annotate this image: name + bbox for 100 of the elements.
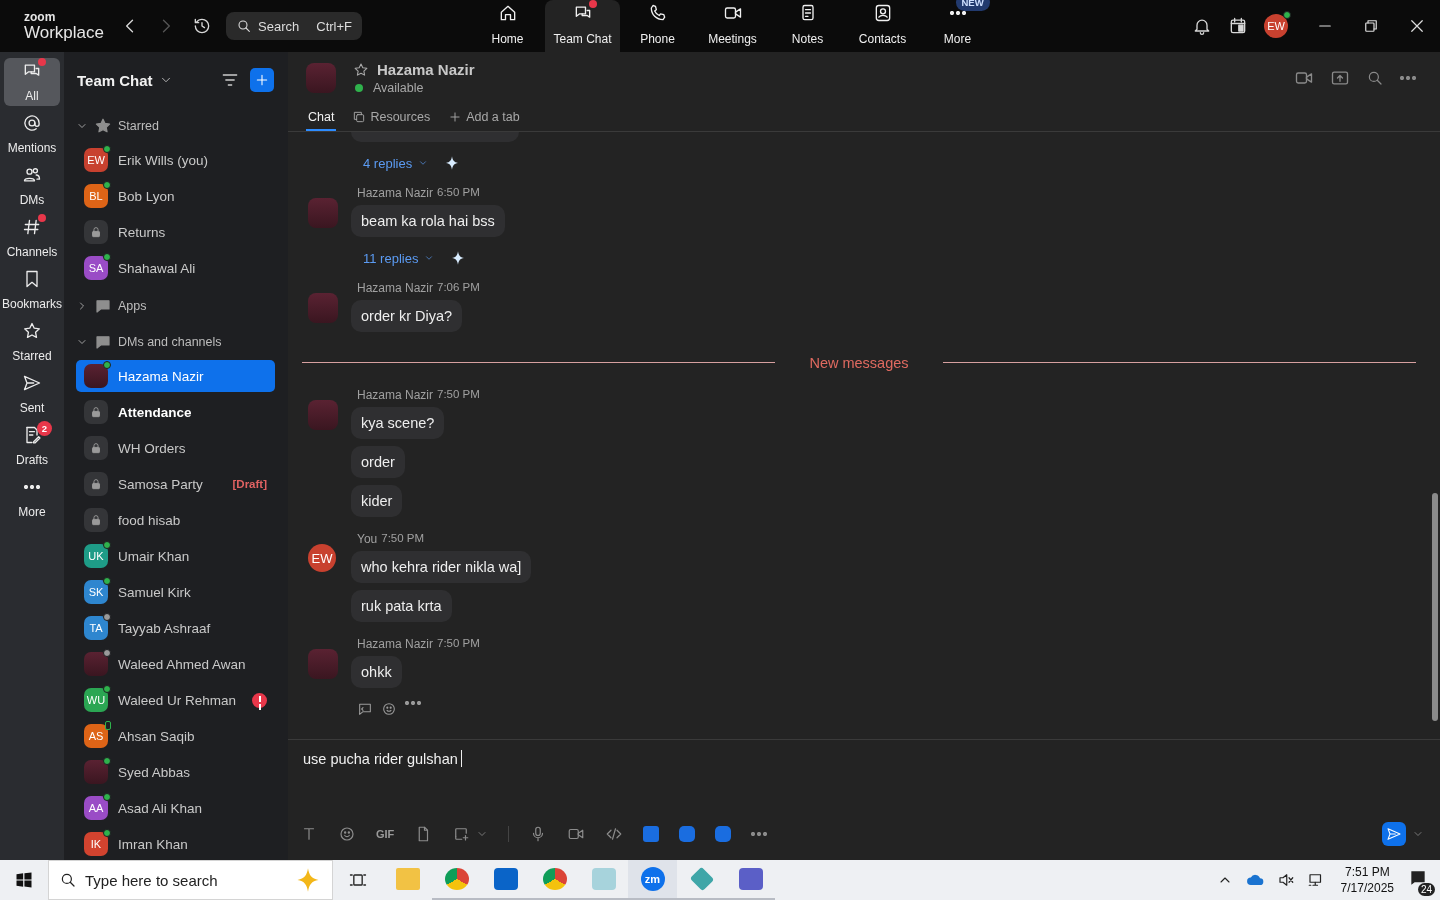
lock-icon	[89, 441, 103, 455]
emoji-icon[interactable]	[381, 701, 397, 717]
conversation-item[interactable]: TA Tayyab Ashraaf	[76, 612, 275, 644]
search-icon	[236, 18, 252, 34]
conversation-item[interactable]: IK Imran Khan	[76, 828, 275, 860]
chevron-down-icon	[418, 158, 429, 168]
count-badge: 2	[37, 421, 52, 436]
plus-icon	[254, 72, 270, 88]
scrollbar[interactable]	[1432, 493, 1438, 721]
message-time: 7:50 PM	[381, 532, 425, 546]
rail-item[interactable]: More	[4, 474, 60, 522]
account-avatar[interactable]: EW	[1264, 14, 1288, 38]
zoom-app-icon[interactable]: zm	[640, 867, 665, 891]
photo-placeholder	[308, 649, 338, 679]
nav-tab[interactable]: Meetings	[695, 0, 770, 52]
search-field[interactable]: Search Ctrl+F	[226, 12, 362, 40]
conversation-item[interactable]: Samosa Party [Draft]	[76, 468, 275, 500]
conversation-item[interactable]: Hazama Nazir	[76, 360, 275, 392]
replies-link[interactable]: 4 replies	[363, 155, 429, 171]
history-icon[interactable]	[192, 16, 212, 36]
reply-icon[interactable]	[357, 701, 373, 717]
chevron-down-icon	[424, 253, 435, 263]
taskbar-search-field[interactable]: Type here to search	[48, 860, 333, 900]
more-icon[interactable]	[405, 701, 421, 705]
app-icon[interactable]	[679, 826, 696, 842]
send-icon	[1386, 826, 1402, 842]
sidebar-title[interactable]: Team Chat	[77, 71, 153, 89]
chat-tab[interactable]: Resources	[350, 104, 433, 131]
windows-start-icon[interactable]	[14, 870, 34, 890]
rail-item[interactable]: All	[4, 58, 60, 106]
conversation-item[interactable]: WU Waleed Ur Rehman	[76, 684, 275, 716]
chat-tab[interactable]: Chat	[306, 104, 337, 131]
section-header[interactable]: Starred	[76, 108, 275, 144]
conversation-item[interactable]: BL Bob Lyon	[76, 180, 275, 212]
send-button[interactable]	[1382, 822, 1406, 846]
message-input[interactable]: use pucha rider gulshan	[288, 740, 1440, 814]
app-icon[interactable]	[542, 868, 567, 890]
emoji-icon[interactable]	[338, 825, 356, 843]
section-header[interactable]: DMs and channels	[76, 324, 275, 360]
plus-icon	[448, 109, 463, 124]
message-bubble: beam ka rola hai bss	[351, 205, 505, 237]
app-icon[interactable]	[715, 826, 732, 842]
nav-tab[interactable]: Contacts	[845, 0, 920, 52]
draft-tag: [Draft]	[232, 478, 267, 490]
nav-tab[interactable]: Home	[470, 0, 545, 52]
new-chat-button[interactable]	[250, 68, 274, 92]
code-icon[interactable]	[605, 825, 624, 843]
conversation-item[interactable]: AS Ahsan Saqib	[76, 720, 275, 752]
conversation-item[interactable]: Returns	[76, 216, 275, 248]
chat-tab[interactable]: Add a tab	[446, 104, 522, 131]
conversation-item[interactable]: WH Orders	[76, 432, 275, 464]
photo-placeholder	[84, 364, 108, 388]
initials-avatar: SK	[84, 580, 108, 604]
message-time: 7:50 PM	[437, 388, 480, 402]
app-icon[interactable]	[493, 868, 518, 890]
more-icon[interactable]	[751, 832, 768, 836]
rail-item[interactable]: Sent	[4, 370, 60, 418]
restore-icon[interactable]	[1362, 17, 1380, 35]
replies-link[interactable]: 11 replies	[363, 250, 435, 266]
conversation-item[interactable]: Attendance	[76, 396, 275, 428]
section-header[interactable]: Apps	[76, 288, 275, 324]
message-bubble: who kehra rider nikla wa]	[351, 551, 532, 583]
rail-item[interactable]: 2 Drafts	[4, 422, 60, 470]
app-icon[interactable]	[738, 868, 763, 890]
rail-item[interactable]: Channels	[4, 214, 60, 262]
star-icon[interactable]	[353, 61, 369, 78]
search-icon[interactable]	[1366, 69, 1384, 87]
star-icon	[22, 321, 42, 341]
conversation-item[interactable]: SA Shahawal Ali	[76, 252, 275, 284]
message-time: 7:06 PM	[437, 281, 480, 295]
screenshot-icon[interactable]	[452, 825, 471, 843]
rail-item[interactable]: Bookmarks	[4, 266, 60, 314]
gif-button[interactable]: GIF	[376, 828, 395, 840]
new-badge: NEW	[955, 0, 990, 11]
nav-tab[interactable]: Team Chat	[545, 0, 620, 52]
nav-tab[interactable]: Phone	[620, 0, 695, 52]
rail-item[interactable]: DMs	[4, 162, 60, 210]
more-icon[interactable]	[1400, 76, 1416, 80]
conversation-item[interactable]: UK Umair Khan	[76, 540, 275, 572]
conversation-item[interactable]: SK Samuel Kirk	[76, 576, 275, 608]
rail-item[interactable]: Starred	[4, 318, 60, 366]
nav-tab[interactable]: Notes	[770, 0, 845, 52]
app-icon[interactable]	[444, 868, 469, 890]
conversation-item[interactable]: Syed Abbas	[76, 756, 275, 788]
rail-item[interactable]: Mentions	[4, 110, 60, 158]
conversation-item[interactable]: food hisab	[76, 504, 275, 536]
clock[interactable]: 7:51 PM 7/17/2025	[1340, 863, 1394, 897]
conversation-item[interactable]: AA Asad Ali Khan	[76, 792, 275, 824]
speaker-muted-icon[interactable]	[1276, 871, 1295, 889]
close-icon[interactable]	[1408, 17, 1426, 35]
speech-bubble-icon	[94, 333, 112, 351]
nav-tab[interactable]: NEW More	[920, 0, 995, 52]
conversation-item[interactable]: Waleed Ahmed Awan	[76, 648, 275, 680]
app-icon[interactable]	[643, 826, 660, 842]
initials-avatar: BL	[84, 184, 108, 208]
calendar-icon[interactable]	[1228, 16, 1248, 36]
sender-name: Hazama Nazir	[357, 637, 434, 651]
message-bubble: kya scene?	[351, 407, 445, 439]
photo-placeholder	[308, 198, 338, 228]
conversation-item[interactable]: EW Erik Wills (you)	[76, 144, 275, 176]
